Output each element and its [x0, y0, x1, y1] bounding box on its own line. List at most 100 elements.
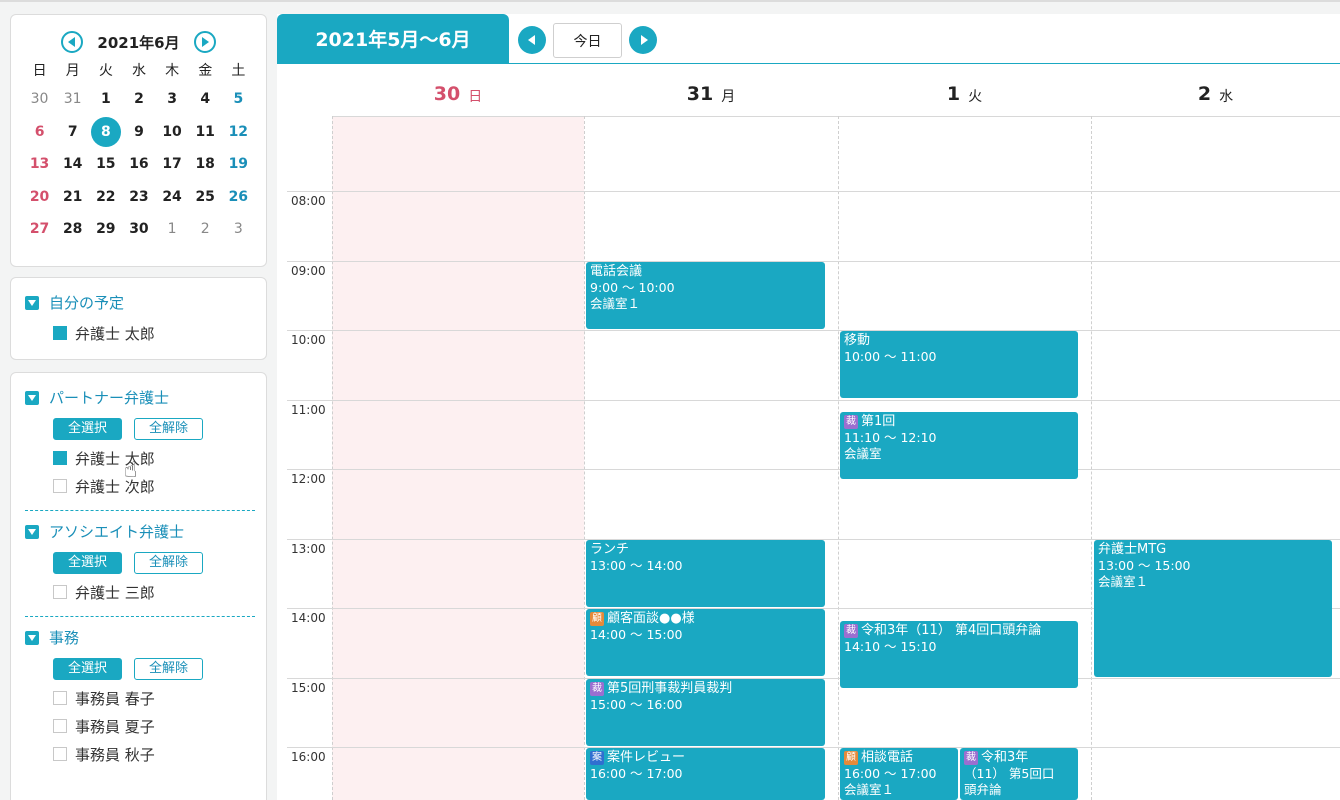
date-cell[interactable]: 20 — [23, 183, 56, 211]
checkbox[interactable] — [53, 691, 67, 705]
weekday-label: 金 — [198, 63, 213, 79]
event-title: 顧顧客面談●●様 — [590, 611, 821, 627]
own-schedule-toggle[interactable]: 自分の予定 — [25, 292, 266, 313]
event-title-text: 第1回 — [861, 414, 896, 429]
date-cell[interactable]: 22 — [89, 183, 122, 211]
today-button[interactable]: 今日 — [553, 23, 622, 58]
date-cell[interactable]: 7 — [56, 118, 89, 146]
event-block[interactable]: 電話会議 9:00 ～ 10:00 会議室１ — [586, 262, 825, 329]
partner-item[interactable]: 弁護士 太郎 — [53, 444, 266, 472]
event-block[interactable]: 裁令和3年 （11） 第5回口 頭弁論 — [960, 748, 1078, 800]
select-all-button[interactable]: 全選択 — [53, 658, 123, 680]
event-block[interactable]: 顧相談電話 16:00 ～ 17:00 会議室１ — [840, 748, 958, 800]
partner-group-buttons: 全選択 全解除 — [53, 418, 266, 440]
clear-all-button[interactable]: 全解除 — [134, 658, 204, 680]
day-header[interactable]: 1 火 — [838, 74, 1091, 114]
associate-item[interactable]: 弁護士 三郎 — [53, 578, 266, 606]
event-block[interactable]: 弁護士MTG 13:00 ～ 15:00 会議室１ — [1094, 540, 1332, 677]
date-cell[interactable]: 14 — [56, 150, 89, 178]
event-block[interactable]: 裁令和3年（11） 第4回口頭弁論 14:10 ～ 15:10 — [840, 621, 1078, 688]
date-cell[interactable]: 3 — [156, 85, 189, 113]
date-cell[interactable]: 1 — [156, 215, 189, 243]
event-title: 案案件レビュー — [590, 750, 821, 766]
date-cell[interactable]: 29 — [89, 215, 122, 243]
event-block[interactable]: 案案件レビュー 16:00 ～ 17:00 — [586, 748, 825, 800]
clear-all-button[interactable]: 全解除 — [134, 552, 204, 574]
day-weekday: 月 — [721, 89, 736, 105]
event-title: 裁令和3年 — [964, 750, 1074, 766]
clear-all-button[interactable]: 全解除 — [134, 418, 204, 440]
date-cell[interactable]: 30 — [23, 85, 56, 113]
select-all-button[interactable]: 全選択 — [53, 418, 123, 440]
date-cell[interactable]: 31 — [56, 85, 89, 113]
sunday-column[interactable] — [332, 116, 584, 800]
hand-cursor-icon: ☝ — [124, 458, 138, 483]
office-item[interactable]: 事務員 夏子 — [53, 712, 266, 740]
date-cell-today[interactable]: 8 — [89, 116, 122, 147]
select-all-button[interactable]: 全選択 — [53, 552, 123, 574]
day-header[interactable]: 31 月 — [584, 74, 838, 114]
date-cell[interactable]: 16 — [122, 150, 155, 178]
date-cell[interactable]: 13 — [23, 150, 56, 178]
checkbox[interactable] — [53, 719, 67, 733]
partner-group-toggle[interactable]: パートナー弁護士 — [25, 387, 266, 408]
event-block[interactable]: 裁第1回 11:10 ～ 12:10 会議室 — [840, 412, 1078, 479]
event-block[interactable]: 裁第5回刑事裁判員裁判 15:00 ～ 16:00 — [586, 679, 825, 746]
day-number: 31 — [686, 83, 714, 105]
checkbox[interactable] — [53, 451, 67, 465]
associate-group-toggle[interactable]: アソシエイト弁護士 — [25, 521, 266, 542]
checkbox[interactable] — [53, 479, 67, 493]
day-number: 30 — [433, 83, 461, 105]
event-block[interactable]: ランチ 13:00 ～ 14:00 — [586, 540, 825, 607]
date-cell[interactable]: 25 — [189, 183, 222, 211]
date-cell[interactable]: 28 — [56, 215, 89, 243]
date-cell[interactable]: 9 — [122, 118, 155, 146]
date-cell[interactable]: 17 — [156, 150, 189, 178]
date-cell[interactable]: 12 — [222, 118, 255, 146]
next-week-button[interactable] — [629, 26, 657, 54]
office-group-toggle[interactable]: 事務 — [25, 627, 266, 648]
event-block[interactable]: 顧顧客面談●●様 14:00 ～ 15:00 — [586, 609, 825, 676]
date-cell[interactable]: 2 — [189, 215, 222, 243]
prev-month-button[interactable] — [61, 31, 84, 53]
date-cell[interactable]: 21 — [56, 183, 89, 211]
event-time: 9:00 ～ 10:00 — [590, 280, 675, 295]
week-row: 27 28 29 30 1 2 3 — [23, 213, 255, 246]
date-cell[interactable]: 4 — [189, 85, 222, 113]
checkbox[interactable] — [53, 747, 67, 761]
own-schedule-item[interactable]: 弁護士 太郎 — [25, 319, 266, 347]
date-cell[interactable]: 30 — [122, 215, 155, 243]
date-cell[interactable]: 27 — [23, 215, 56, 243]
date-cell[interactable]: 2 — [122, 85, 155, 113]
partner-item[interactable]: 弁護士 次郎 — [53, 472, 266, 500]
checkbox[interactable] — [53, 326, 67, 340]
office-item[interactable]: 事務員 秋子 — [53, 740, 266, 768]
date-cell[interactable]: 18 — [189, 150, 222, 178]
date-cell[interactable]: 19 — [222, 150, 255, 178]
date-cell[interactable]: 15 — [89, 150, 122, 178]
date-cell[interactable]: 1 — [89, 85, 122, 113]
checkbox[interactable] — [53, 585, 67, 599]
time-label: 08:00 — [291, 194, 326, 208]
date-cell[interactable]: 6 — [23, 118, 56, 146]
date-cell[interactable]: 5 — [222, 85, 255, 113]
event-block[interactable]: 移動 10:00 ～ 11:00 — [840, 331, 1078, 398]
date-cell[interactable]: 24 — [156, 183, 189, 211]
event-title: 裁第5回刑事裁判員裁判 — [590, 681, 821, 697]
event-title: 電話会議 — [590, 264, 821, 280]
associate-group-buttons: 全選択 全解除 — [53, 552, 266, 574]
date-cell[interactable]: 26 — [222, 183, 255, 211]
day-header[interactable]: 2 水 — [1091, 74, 1340, 114]
mini-calendar: 2021年6月 日 月 火 水 木 金 土 30 31 1 2 3 4 5 6 … — [10, 14, 267, 267]
day-header[interactable]: 30 日 — [332, 74, 584, 114]
date-cell[interactable]: 3 — [222, 215, 255, 243]
office-item-label: 事務員 夏子 — [75, 717, 155, 736]
prev-week-button[interactable] — [518, 26, 546, 54]
date-cell[interactable]: 23 — [122, 183, 155, 211]
sidebar: 2021年6月 日 月 火 水 木 金 土 30 31 1 2 3 4 5 6 … — [10, 14, 267, 800]
next-month-button[interactable] — [193, 31, 216, 53]
date-cell[interactable]: 10 — [156, 118, 189, 146]
time-label: 11:00 — [291, 403, 326, 417]
date-cell[interactable]: 11 — [189, 118, 222, 146]
office-item[interactable]: 事務員 春子 — [53, 684, 266, 712]
